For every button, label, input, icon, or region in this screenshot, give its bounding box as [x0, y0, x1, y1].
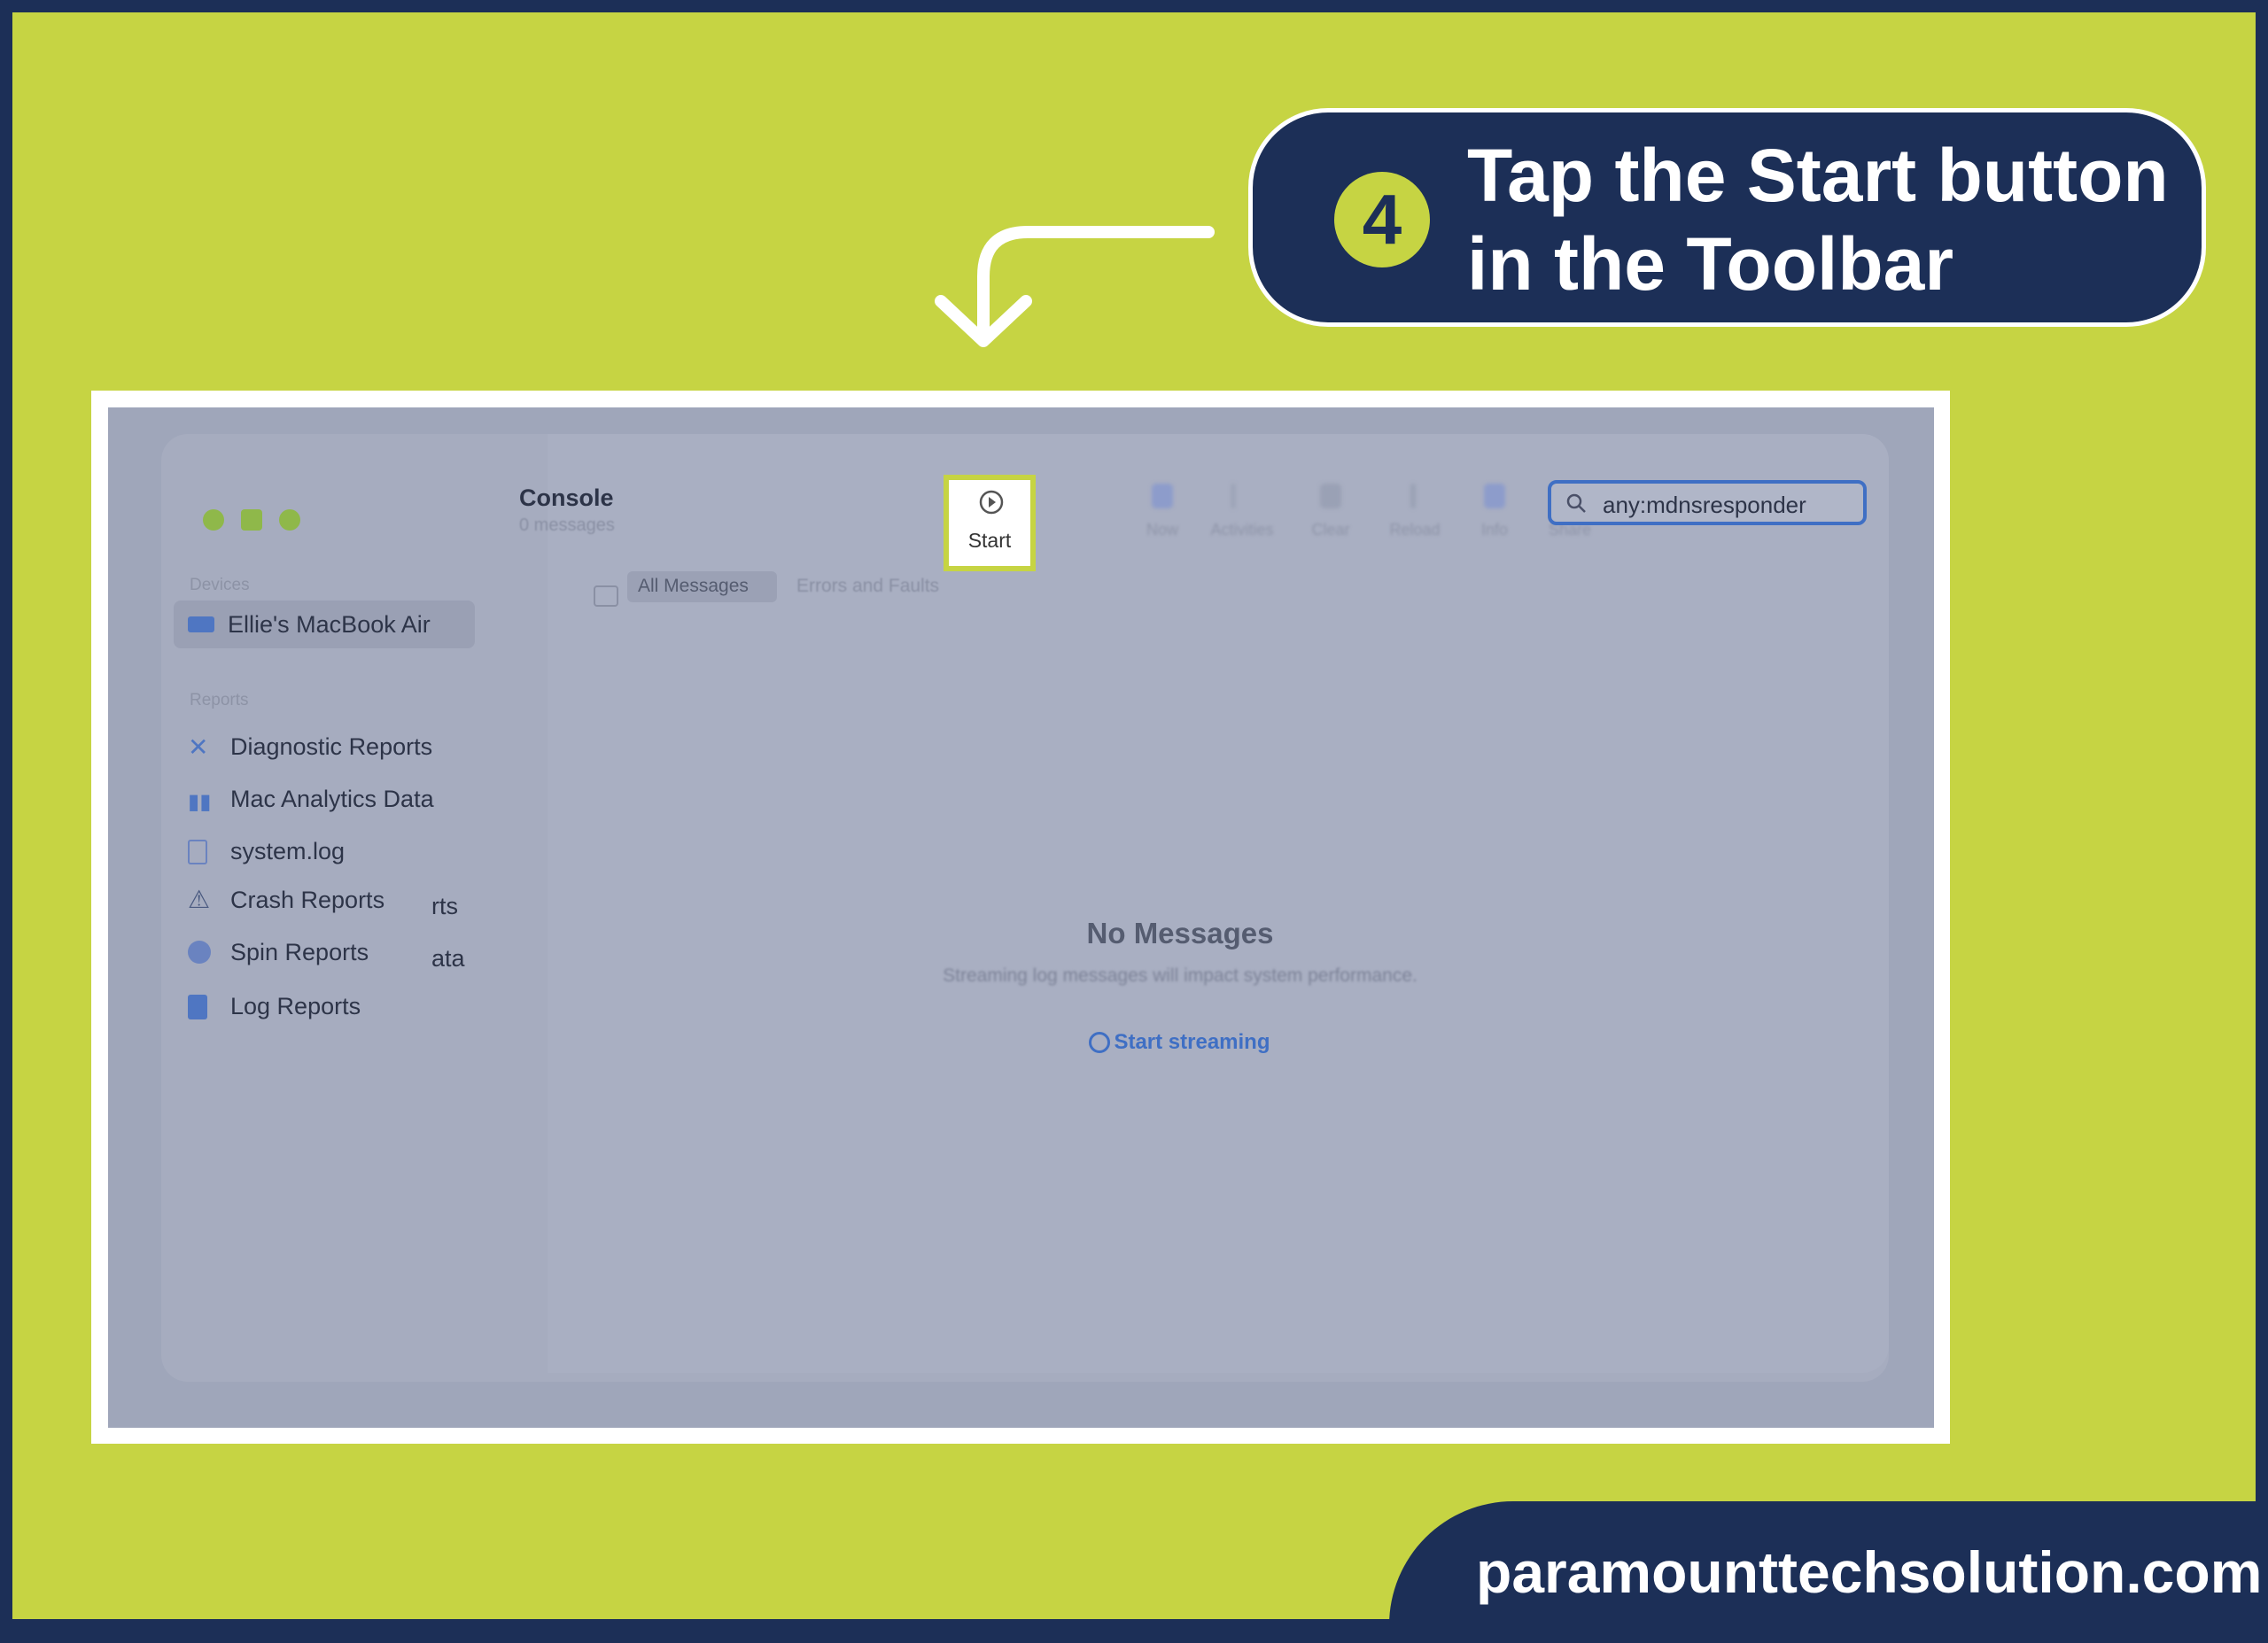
zoom-button[interactable] [279, 509, 300, 531]
item-label: Spin Reports [230, 939, 369, 965]
item-label: Diagnostic Reports [230, 733, 433, 760]
search-icon [1566, 493, 1586, 513]
minimize-button[interactable] [241, 509, 262, 531]
reports-header: Reports [190, 691, 249, 709]
warning-icon: ⚠ [188, 886, 211, 913]
search-input[interactable]: any:mdnsresponder [1548, 480, 1867, 525]
start-streaming-label: Start streaming [1114, 1030, 1270, 1054]
overlap-text: ata [431, 945, 465, 972]
tab-errors-and-faults[interactable]: Errors and Faults [796, 576, 939, 597]
play-circle-icon [979, 490, 1004, 515]
item-label: system.log [230, 838, 346, 864]
document-icon [188, 840, 207, 864]
tools-icon: ✕ [188, 733, 209, 761]
sidebar-toggle-icon[interactable] [594, 585, 618, 607]
console-window: Devices Ellie's MacBook Air Reports ✕ Dia… [161, 434, 1889, 1382]
start-button[interactable]: Start [944, 475, 1036, 571]
item-label: Crash Reports [230, 887, 385, 913]
instruction-line-2: in the Toolbar [1467, 222, 1954, 306]
start-label: Start [967, 529, 1012, 552]
search-value: any:mdnsresponder [1603, 492, 1806, 518]
message-count: 0 messages [519, 515, 615, 535]
empty-text: Streaming log messages will impact syste… [943, 965, 1418, 986]
laptop-icon [188, 616, 214, 632]
devices-header: Devices [190, 576, 250, 594]
instruction-line-1: Tap the Start button [1467, 134, 2169, 217]
bar-chart-icon: ▮▮ [188, 790, 212, 814]
log-icon [188, 995, 207, 1019]
overlap-text: rts [431, 893, 458, 919]
item-label: Mac Analytics Data [230, 786, 434, 812]
arrow-icon [935, 226, 1215, 347]
start-streaming-link[interactable]: Start streaming [1089, 1030, 1270, 1055]
empty-title: No Messages [1086, 917, 1274, 949]
device-label: Ellie's MacBook Air [228, 611, 431, 638]
step-number-badge: 4 [1334, 172, 1430, 267]
website-url: paramounttechsolution.com [1476, 1539, 2263, 1605]
tab-label: All Messages [638, 576, 749, 596]
spin-icon [188, 941, 211, 964]
close-button[interactable] [203, 509, 224, 531]
instruction-text: Tap the Start button in the Toolbar [1467, 131, 2169, 308]
play-circle-icon [1089, 1032, 1110, 1053]
window-title: Console [519, 484, 614, 511]
item-label: Log Reports [230, 993, 361, 1019]
